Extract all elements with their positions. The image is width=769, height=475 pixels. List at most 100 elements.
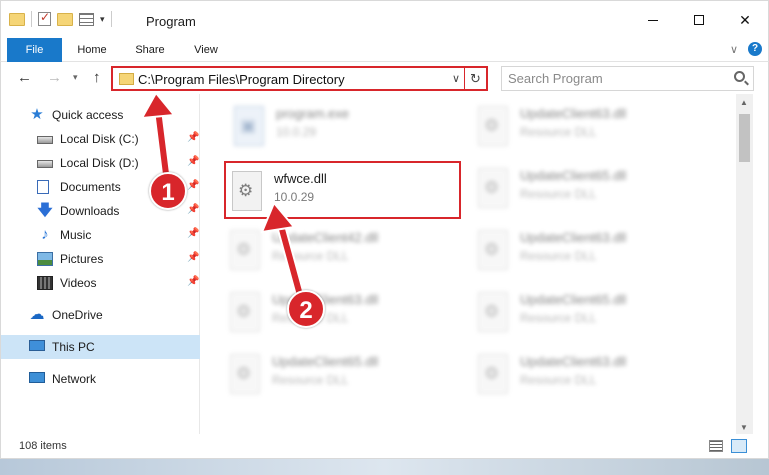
properties-check-icon[interactable] <box>38 10 51 26</box>
sidebar-item-this-pc[interactable]: This PC <box>1 335 200 359</box>
file-name: UpdateClient63.dll <box>520 106 627 121</box>
customize-toolbar-chevron-icon[interactable]: ▾ <box>100 14 105 25</box>
sidebar-item-label: Local Disk (D:) <box>60 156 139 170</box>
file-tile-selected[interactable]: wfwce.dll 10.0.29 <box>224 161 461 219</box>
file-name: UpdateClient63.dll <box>520 354 627 369</box>
file-name: UpdateClient42.dll <box>272 230 379 245</box>
sidebar-item-local-disk-c[interactable]: Local Disk (C:) 📌 <box>1 127 200 151</box>
sidebar-item-label: This PC <box>52 340 95 354</box>
back-arrow-icon[interactable]: ← <box>17 69 32 86</box>
address-path[interactable]: C:\Program Files\Program Directory <box>138 72 345 87</box>
downloads-icon: 🡇 <box>37 202 53 219</box>
scrollbar-thumb[interactable] <box>739 114 750 162</box>
minimize-button[interactable] <box>630 1 676 39</box>
pin-icon[interactable]: 📌 <box>187 156 199 167</box>
file-tile[interactable]: UpdateClient63.dll Resource DLL <box>472 346 712 404</box>
documents-icon <box>37 180 49 194</box>
file-tile[interactable]: UpdateClient63.dll Resource DLL <box>472 98 712 156</box>
step-1-callout: 1 <box>149 172 187 210</box>
tab-home[interactable]: Home <box>67 38 117 62</box>
maximize-button[interactable] <box>676 1 722 39</box>
quick-access-toolbar: ▾ <box>9 10 112 27</box>
file-list: program.exe 10.0.29 UpdateClient63.dll R… <box>200 94 736 434</box>
tab-file[interactable]: File <box>7 38 62 62</box>
file-name: UpdateClient65.dll <box>272 354 379 369</box>
disk-icon <box>37 136 53 144</box>
sidebar-item-quick-access[interactable]: ★ Quick access <box>1 103 200 127</box>
tiles-view-icon[interactable] <box>731 439 747 453</box>
item-count: 108 items <box>19 440 67 452</box>
forward-arrow-icon[interactable]: → <box>47 69 62 86</box>
file-tile[interactable]: UpdateClient65.dll Resource DLL <box>472 160 712 218</box>
sidebar-item-music[interactable]: ♪ Music 📌 <box>1 223 200 247</box>
help-icon[interactable]: ? <box>748 42 762 56</box>
refresh-icon[interactable]: ↻ <box>464 68 486 89</box>
search-icon[interactable] <box>734 71 745 82</box>
computer-icon <box>29 340 45 351</box>
folder-icon[interactable] <box>9 12 25 26</box>
close-button[interactable]: ✕ <box>722 1 768 39</box>
pin-icon[interactable]: 📌 <box>187 132 199 143</box>
file-tile[interactable]: program.exe 10.0.29 <box>228 98 468 156</box>
file-tile[interactable]: UpdateClient63.dll Resource DLL <box>472 222 712 280</box>
dll-file-icon <box>478 168 508 208</box>
search-box[interactable] <box>501 66 754 91</box>
file-tile[interactable]: UpdateClient65.dll Resource DLL <box>472 284 712 342</box>
sidebar-item-videos[interactable]: Videos 📌 <box>1 271 200 295</box>
pin-icon[interactable]: 📌 <box>187 252 199 263</box>
sidebar-item-network[interactable]: Network <box>1 367 200 391</box>
status-bar: 108 items <box>0 434 769 459</box>
navigation-pane: ★ Quick access Local Disk (C:) 📌 Local D… <box>0 94 200 434</box>
sidebar-item-label: Quick access <box>52 108 124 122</box>
sidebar-item-label: Downloads <box>60 204 120 218</box>
dll-file-icon <box>230 230 260 270</box>
sidebar-item-label: Videos <box>60 276 97 290</box>
file-name: UpdateClient65.dll <box>520 292 627 307</box>
vertical-scrollbar[interactable]: ▲ ▼ <box>736 94 753 434</box>
sidebar-item-label: Documents <box>60 180 121 194</box>
sidebar-item-label: Pictures <box>60 252 104 266</box>
file-name: wfwce.dll <box>274 171 327 186</box>
scroll-up-icon[interactable]: ▲ <box>740 98 748 107</box>
pictures-icon <box>37 252 53 266</box>
file-tile[interactable]: UpdateClient65.dll Resource DLL <box>224 346 464 404</box>
file-detail: 10.0.29 <box>276 125 317 139</box>
file-detail: 10.0.29 <box>274 190 315 204</box>
recent-locations-chevron-icon[interactable]: ▾ <box>73 72 78 83</box>
desktop-background <box>0 459 769 475</box>
step-2-callout: 2 <box>287 290 325 328</box>
file-detail: Resource DLL <box>520 125 597 139</box>
view-properties-icon[interactable] <box>79 12 94 26</box>
sidebar-item-onedrive[interactable]: ☁ OneDrive <box>1 303 200 327</box>
pin-icon[interactable]: 📌 <box>187 276 199 287</box>
music-icon: ♪ <box>41 226 49 243</box>
scroll-down-icon[interactable]: ▼ <box>740 423 748 432</box>
pin-icon[interactable]: 📌 <box>187 180 199 191</box>
file-detail: Resource DLL <box>520 373 597 387</box>
details-view-icon[interactable] <box>709 440 723 452</box>
sidebar-item-label: Local Disk (C:) <box>60 132 139 146</box>
window-title: Program <box>146 14 196 29</box>
search-input[interactable] <box>508 68 718 89</box>
sidebar-item-pictures[interactable]: Pictures 📌 <box>1 247 200 271</box>
exe-file-icon <box>234 106 264 146</box>
up-arrow-icon[interactable]: ↑ <box>93 69 101 86</box>
pin-icon[interactable]: 📌 <box>187 204 199 215</box>
videos-icon <box>37 276 53 290</box>
dll-file-icon <box>478 292 508 332</box>
address-history-chevron-icon[interactable]: ∨ <box>452 72 460 85</box>
ribbon-controls: ∨ ? <box>730 42 762 56</box>
tab-share[interactable]: Share <box>125 38 175 62</box>
maximize-icon <box>694 15 704 25</box>
file-tile[interactable]: UpdateClient63.dll Resource DLL <box>224 284 464 342</box>
address-bar[interactable]: C:\Program Files\Program Directory ∨ ↻ <box>111 66 488 91</box>
pin-icon[interactable]: 📌 <box>187 228 199 239</box>
file-tile[interactable]: UpdateClient42.dll Resource DLL <box>224 222 464 280</box>
tab-view[interactable]: View <box>181 38 231 62</box>
new-folder-icon[interactable] <box>57 12 73 26</box>
dll-file-icon <box>230 292 260 332</box>
expand-ribbon-chevron-icon[interactable]: ∨ <box>730 43 738 56</box>
window-edge <box>753 94 769 434</box>
navigation-bar: ← → ▾ ↑ C:\Program Files\Program Directo… <box>0 62 769 94</box>
folder-icon <box>119 73 134 85</box>
